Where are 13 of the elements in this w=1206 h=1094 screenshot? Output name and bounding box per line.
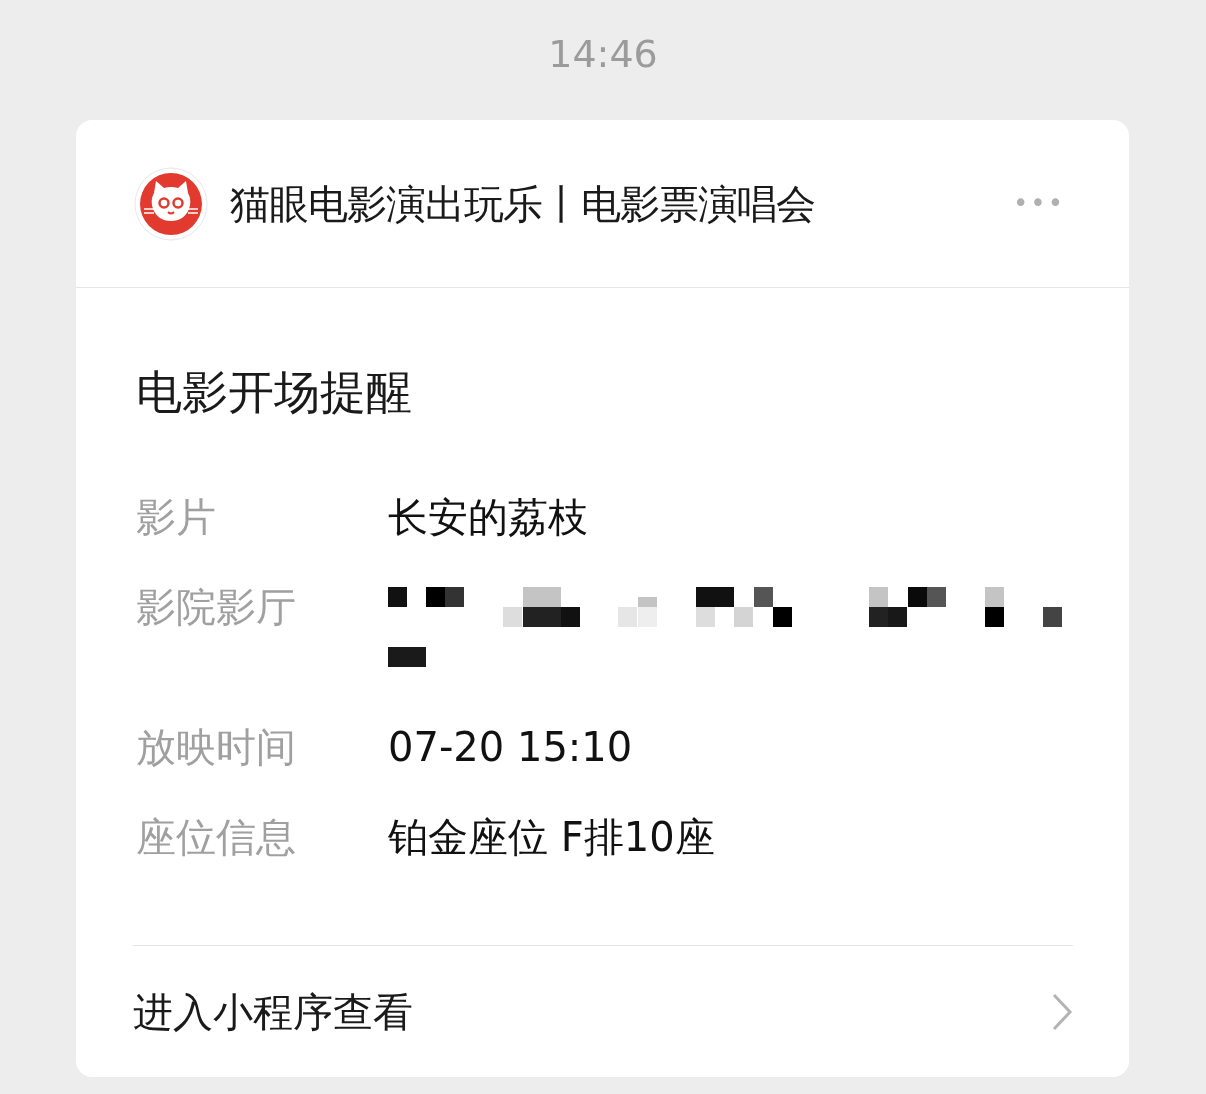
cat-logo-icon: [134, 166, 208, 241]
field-value: 07-20 15:10: [388, 723, 633, 772]
field-label: 影院影厅: [136, 583, 297, 632]
account-name: 猫眼电影演出玩乐丨电影票演唱会: [230, 179, 816, 229]
timestamp: 14:46: [547, 31, 659, 78]
field-value: 铂金座位 F排10座: [388, 813, 715, 862]
field-label: 放映时间: [136, 723, 297, 772]
open-mini-program-link[interactable]: 进入小程序查看: [133, 981, 413, 1042]
chevron-right-icon[interactable]: [1051, 991, 1073, 1032]
field-label: 影片: [136, 493, 217, 542]
card-title: 电影开场提醒: [136, 364, 413, 421]
field-value: 长安的荔枝: [388, 493, 588, 542]
field-label: 座位信息: [136, 813, 297, 862]
